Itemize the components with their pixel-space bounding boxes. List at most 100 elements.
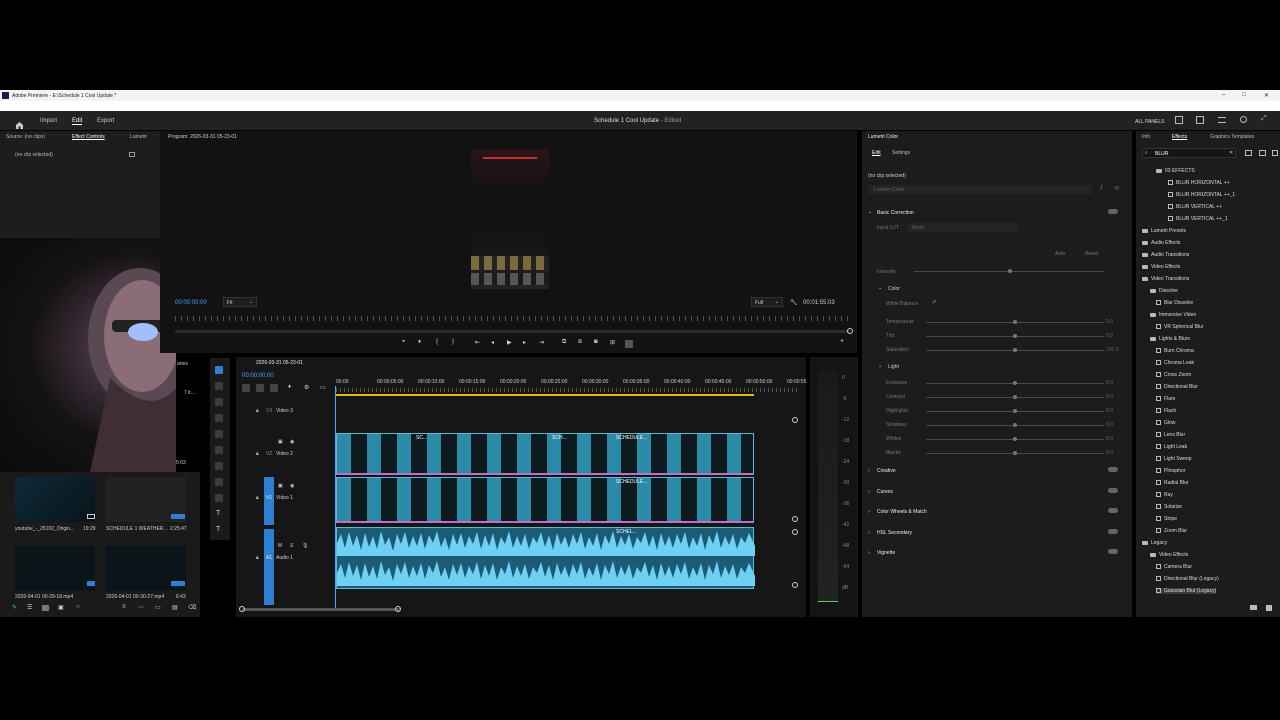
zoom-handle[interactable] [395,606,401,612]
effects-folder[interactable]: Audio Effects [1142,240,1180,246]
slider-knob[interactable] [1013,348,1017,352]
export-frame-icon[interactable]: ◙ [594,339,598,345]
tab-source[interactable]: Source: (no clips) [6,134,45,140]
audio-clip-a1[interactable] [336,527,755,589]
nav-edit[interactable]: Edit [72,118,83,125]
chevron-right-icon[interactable]: › [868,530,870,536]
slider-value[interactable]: 0.0 [1106,380,1113,386]
section-toggle[interactable] [1108,549,1118,554]
effects-folder[interactable]: Video Effects [1150,552,1188,558]
program-title[interactable]: Program: 2026-03-31 05-23-01 [168,134,237,140]
bin-thumbnail[interactable] [15,477,95,522]
lock-icon[interactable]: 🔒︎ [256,451,259,457]
track-select-tool-icon[interactable] [215,382,223,390]
effects-item[interactable]: Cross Zoom [1156,372,1191,378]
minimize-icon[interactable]: – [1222,92,1225,98]
wrench-icon[interactable]: 🔧︎ [790,299,798,306]
slider-value[interactable]: 0.0 [1106,422,1113,428]
slider-knob[interactable] [1013,334,1017,338]
new-item-icon[interactable]: ▤ [172,604,178,611]
effects-item[interactable]: Flare [1156,396,1175,402]
solo-icon[interactable]: S [290,543,293,549]
effects-item[interactable]: BLUR VERTICAL ++_1 [1168,216,1228,222]
accelerated-effects-icon[interactable] [1259,150,1266,156]
effects-item[interactable]: Phosphor [1156,468,1185,474]
slider-value[interactable]: 0.0 [1106,333,1113,339]
effects-folder[interactable]: Legacy [1142,540,1167,546]
slider-knob[interactable] [1013,409,1017,413]
slider-knob[interactable] [1013,395,1017,399]
extract-icon[interactable]: ⧈ [578,339,582,346]
slider-value[interactable]: 100.0 [1106,347,1119,353]
step-forward-icon[interactable]: ▸ [523,339,526,346]
track-scroll-handle[interactable] [792,582,798,588]
automate-icon[interactable]: ⋯ [138,604,144,611]
tab-lumetri-edit[interactable]: Edit [872,150,881,156]
intensity-knob[interactable] [1008,269,1012,273]
settings-wrench-icon[interactable]: ⚙ [304,384,309,391]
hand-tool-icon[interactable] [215,494,223,502]
effects-item[interactable]: Flash [1156,408,1176,414]
eye-icon[interactable]: ◉ [290,439,294,445]
step-back-icon[interactable]: ◂ [491,339,494,346]
search-icon[interactable] [1240,116,1247,123]
mute-icon[interactable]: M [278,543,282,549]
slider-value[interactable]: 0.0 [1106,436,1113,442]
light-heading[interactable]: Light [888,364,899,370]
eyedropper-icon[interactable]: ✐ [932,299,937,306]
pen-tool-icon[interactable] [215,446,223,454]
effects-item[interactable]: BLUR VERTICAL ++ [1168,204,1222,210]
effects-item[interactable]: VR Spherical Blur [1156,324,1203,330]
effects-item[interactable]: Blur Dissolve [1156,300,1193,306]
basic-correction-heading[interactable]: Basic Correction [877,210,914,216]
lumetri-section-heading[interactable]: Color Wheels & Match [877,509,927,515]
chevron-down-icon[interactable]: ⌄ [868,209,872,215]
slider-knob[interactable] [1013,381,1017,385]
bin-thumbnail[interactable] [15,546,95,591]
zoom-slider-icon[interactable]: ○ [76,604,80,610]
add-button-icon[interactable]: + [840,338,844,345]
effects-search-field[interactable]: ⌕ BLUR ✕ [1142,148,1236,158]
tab-graphics-templates[interactable]: Graphics Templates [1210,134,1254,140]
effects-item[interactable]: Light Sweep [1156,456,1192,462]
video-clip-v1[interactable] [336,477,754,523]
all-panels-button[interactable]: ALL PANELS [1135,119,1164,125]
toggle-output-icon[interactable]: ▣ [278,483,283,489]
tab-effects[interactable]: Effects [1172,134,1187,140]
color-heading[interactable]: Color [888,286,900,292]
chevron-right-icon[interactable]: › [868,468,870,474]
slider-value[interactable]: 0.0 [1106,394,1113,400]
chevron-right-icon[interactable]: › [868,489,870,495]
chevron-down-icon[interactable]: ⌄ [878,363,882,369]
trash-icon[interactable]: ⌫ [188,604,196,611]
nav-export[interactable]: Export [97,118,114,124]
go-to-in-icon[interactable]: ⇤ [475,339,480,346]
lock-icon[interactable]: 🔒︎ [256,408,259,414]
slider-value[interactable]: 0.0 [1106,319,1113,325]
list-view-icon[interactable]: ☰ [27,604,32,611]
effects-item[interactable]: Zoom Blur [1156,528,1187,534]
program-ruler[interactable] [175,316,850,321]
sequence-tab[interactable]: 2026-03-31 05-23-01 [256,360,303,366]
effects-item[interactable]: Glow [1156,420,1175,426]
comparison-view-icon[interactable]: ⊞ [610,339,615,346]
effects-item[interactable]: Lens Blur [1156,432,1185,438]
ripple-edit-tool-icon[interactable] [215,398,223,406]
effects-item[interactable]: Directional Blur [1156,384,1198,390]
add-marker-icon[interactable] [270,384,278,392]
lumetri-section-heading[interactable]: Creative [877,468,896,474]
go-to-out-icon[interactable]: ⇥ [539,339,544,346]
slider-knob[interactable] [1013,320,1017,324]
auto-button[interactable]: Auto [1055,251,1065,257]
mark-out-icon[interactable]: } [452,339,454,345]
slider-knob[interactable] [1013,451,1017,455]
panel-options-icon[interactable] [129,152,135,157]
slider-value[interactable]: 0.0 [1106,408,1113,414]
lumetri-title[interactable]: Lumetri Color [868,134,898,140]
marker-icon[interactable]: ♦ [418,339,421,345]
section-toggle[interactable] [1108,487,1118,493]
effects-item[interactable]: BLUR HORIZONTAL ++_1 [1168,192,1235,198]
zoom-fit-dropdown[interactable]: Fit ⌄ [223,297,257,307]
pencil-icon[interactable]: ✎ [12,604,17,611]
effects-item[interactable]: Solarize [1156,504,1182,510]
